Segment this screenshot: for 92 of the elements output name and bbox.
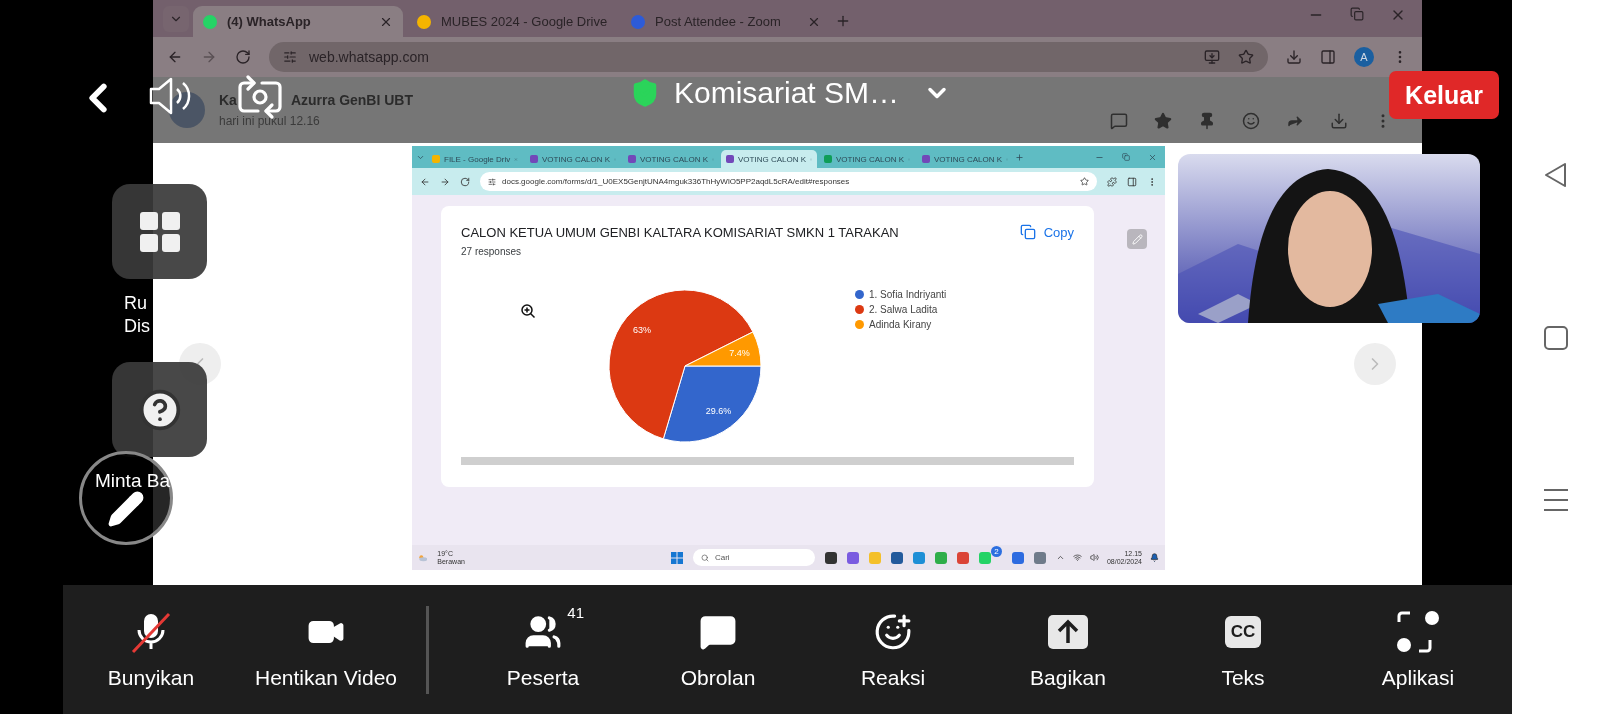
last-seen-text: hari ini pukul 12.16 [219,114,321,128]
site-settings-icon [488,177,496,186]
contact-avatar [169,92,205,128]
site-icon [922,155,930,163]
site-icon [628,155,636,163]
site-settings-icon [283,50,297,64]
wifi-icon[interactable] [1072,553,1082,562]
search-field[interactable]: Cari [692,549,815,566]
restore-icon[interactable] [1122,152,1130,161]
extensions-icon[interactable] [1107,176,1117,187]
address-bar[interactable]: web.whatsapp.com [269,42,1268,72]
close-icon[interactable] [1148,152,1157,162]
toolbar-button[interactable]: Bagikan [993,609,1143,690]
comment-icon[interactable] [1110,112,1128,130]
download-icon[interactable] [1330,112,1348,130]
question-title: CALON KETUA UMUM GENBI KALTARA KOMISARIAT SMKN 1 TARAKAN [461,224,899,240]
star-icon[interactable] [1080,177,1089,186]
contact-name: Ka [219,92,237,108]
site-icon [726,155,734,163]
side-panel-icon[interactable] [1127,176,1137,187]
pencil-icon [107,490,145,528]
legend-label: Adinda Kirany [869,319,932,330]
slice-label: 63% [633,325,652,336]
volume-icon[interactable] [1089,553,1099,562]
button-label: Dis [124,315,150,338]
site-icon [530,155,538,163]
back-triangle-icon[interactable] [1542,162,1569,188]
profile-avatar[interactable]: A [1354,47,1374,67]
windows-logo-icon[interactable] [670,551,683,564]
meeting-title[interactable]: Komisariat SM… [674,76,900,110]
new-tab-icon[interactable] [835,13,851,29]
apps-icon [1395,609,1441,654]
app-icon[interactable] [890,551,903,564]
browser-tab[interactable]: VOTING CALON K [917,150,1013,168]
home-square-icon[interactable] [1543,326,1568,350]
captions-icon: CC [1224,615,1262,648]
toolbar-button[interactable]: Aplikasi [1343,609,1493,690]
menu-icon[interactable] [1543,488,1568,512]
star-icon[interactable] [1238,49,1254,65]
rooms-button[interactable] [112,184,207,279]
browser-tab[interactable]: (4) WhatsApp [193,6,403,37]
slice-label: 29.6% [705,405,732,416]
zoom-cursor-icon [521,304,536,319]
toolbar-button[interactable]: Obrolan [643,609,793,690]
url-text: web.whatsapp.com [309,49,429,65]
download-icon[interactable] [1286,49,1302,65]
browser-tab[interactable]: VOTING CALON K [623,150,719,168]
site-icon [417,14,431,29]
site-icon [432,155,440,163]
browser-tab[interactable]: FILE - Google Driv [427,150,523,168]
copy-button[interactable]: Copy [1019,224,1074,240]
bell-icon[interactable] [1150,553,1159,562]
button-label: Ru [124,292,148,315]
pin-icon[interactable] [1198,112,1216,130]
install-icon[interactable] [1204,49,1220,65]
contact-name: Azurra GenBI UBT [290,92,414,108]
browser-tab[interactable]: VOTING CALON K [525,150,621,168]
button-label: Minta Ba [95,469,170,492]
smiley-icon[interactable] [1242,112,1260,130]
url-text: docs.google.com/forms/d/1_U0EX5GenjtUNA4mguk336ThHyWlO5PP2aqdL5cRA/edit#responses [502,177,850,186]
legend-label: 1. Sofia Indriyanti [869,289,947,300]
toolbar-button[interactable]: Bunyikan [76,609,226,690]
reload-icon[interactable] [235,49,251,65]
browser-tab[interactable]: Post Attendee - Zoom [621,6,831,37]
reload-icon[interactable] [460,176,470,187]
toolbar-button[interactable]: Hentikan Video [251,609,401,690]
site-icon [824,155,832,163]
copy-icon [1019,224,1036,240]
forward-icon[interactable] [440,176,450,187]
app-icon[interactable] [824,551,837,564]
new-tab-icon[interactable] [1015,152,1024,162]
site-icon [631,14,645,29]
site-icon [203,14,217,29]
help-button[interactable] [112,362,207,457]
leave-button[interactable]: Keluar [1389,71,1499,119]
grid-icon [139,211,180,252]
cloud-sun-icon [418,552,428,563]
browser-tab[interactable]: VOTING CALON K [721,150,817,168]
chevron-up-icon[interactable] [1055,553,1065,562]
side-panel-icon[interactable] [1320,49,1336,65]
star-icon[interactable] [1154,112,1172,130]
legend-label: 2. Salwa Ladita [869,304,938,315]
notification-badge: 2 [990,546,1002,557]
smiley-plus-icon [874,612,912,651]
search-icon [700,553,709,562]
browser-tab[interactable]: VOTING CALON K [819,150,915,168]
toolbar-button[interactable]: Reaksi [818,609,968,690]
restore-icon[interactable] [1350,6,1364,21]
toolbar-button[interactable]: CC Teks [1168,609,1318,690]
response-count: 27 responses [461,246,523,257]
address-bar[interactable]: docs.google.com/forms/d/1_U0EX5GenjtUNA4mguk336ThHyWlO5PP2aqdL5cRA/edit#responses [480,172,1097,191]
slice-label: 7.4% [729,348,750,359]
